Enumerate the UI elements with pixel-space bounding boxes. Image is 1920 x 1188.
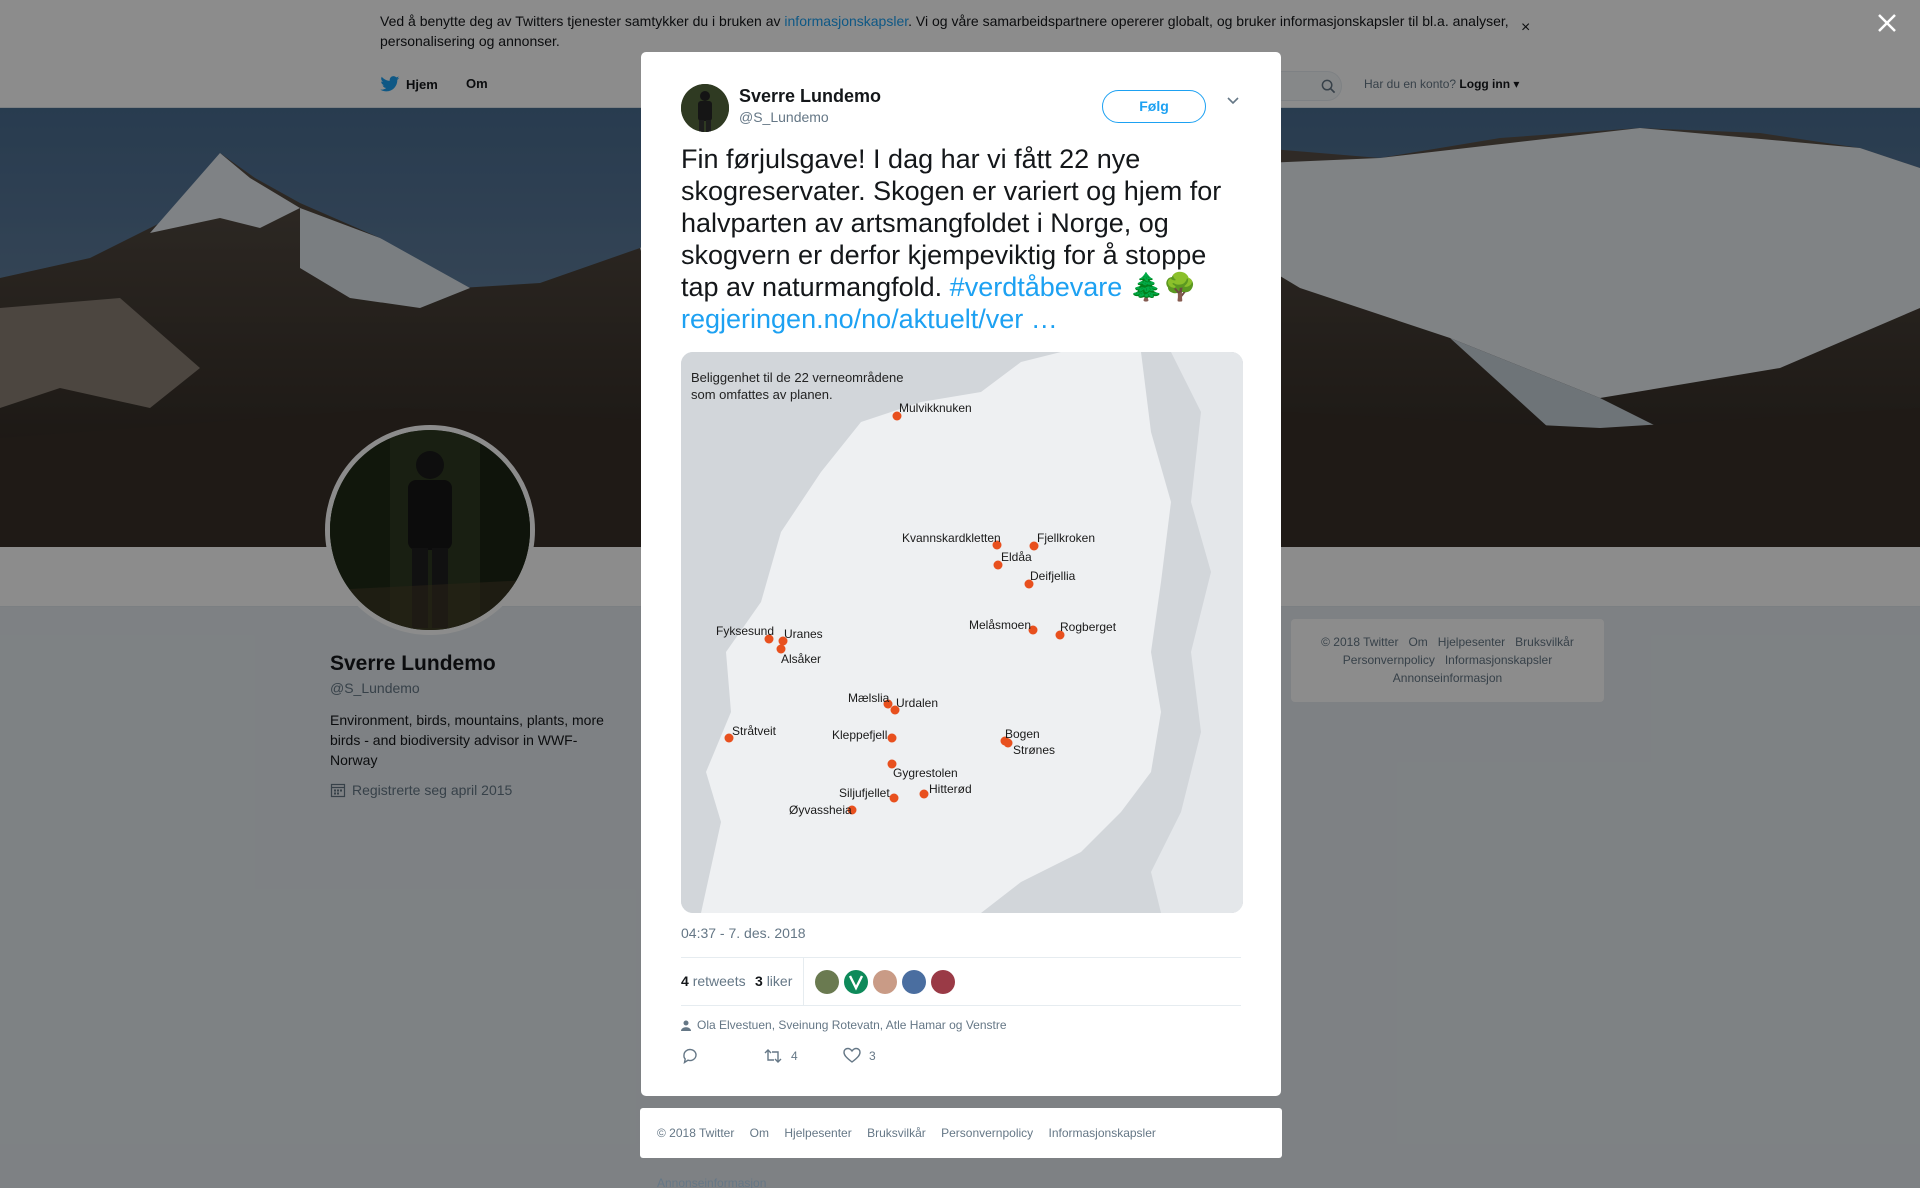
tweet-author-avatar[interactable] xyxy=(681,84,729,132)
likes-stat[interactable]: 3 liker xyxy=(755,973,792,989)
chevron-down-icon[interactable] xyxy=(1225,92,1241,108)
retweet-icon xyxy=(764,1049,782,1063)
tweet-actions: 4 3 xyxy=(681,1047,1081,1071)
map-place-label: Alsåker xyxy=(781,652,821,666)
map-place-label: Bogen xyxy=(1005,727,1040,741)
tweet-mentions: Ola Elvestuen, Sveinung Rotevatn, Atle H… xyxy=(681,1018,1007,1032)
tweet-hashtag[interactable]: #verdtåbevare xyxy=(950,272,1123,302)
stats-divider xyxy=(803,958,804,1005)
tweet-text: Fin førjulsgave! I dag har vi fått 22 ny… xyxy=(681,143,1241,335)
reply-icon xyxy=(683,1048,697,1065)
footer-copyright: © 2018 Twitter xyxy=(657,1126,735,1140)
map-place-label: Rogberget xyxy=(1060,620,1117,634)
tweet-map-image[interactable]: Beliggenhet til de 22 verneområdene som … xyxy=(681,352,1243,913)
map-caption-line-2: som omfattes av planen. xyxy=(691,387,833,402)
map-place-label: Kvannskardkletten xyxy=(902,531,1001,545)
venstre-logo-icon xyxy=(848,975,864,991)
map-place-label: Øyvassheia xyxy=(789,803,852,817)
tree-emoji: 🌲🌳 xyxy=(1129,272,1198,302)
tweet-author-name[interactable]: Sverre Lundemo xyxy=(739,86,881,107)
map-place-label: Strønes xyxy=(1013,743,1055,757)
map-graphic: Beliggenhet til de 22 verneområdene som … xyxy=(681,352,1243,913)
map-place-label: Urdalen xyxy=(896,696,938,710)
footer-link-privacy[interactable]: Personvernpolicy xyxy=(941,1126,1033,1140)
map-marker xyxy=(887,733,897,743)
map-place-label: Uranes xyxy=(784,627,823,641)
map-marker xyxy=(889,793,899,803)
liker-avatar[interactable] xyxy=(873,970,897,994)
follow-button[interactable]: Følg xyxy=(1102,90,1206,123)
like-button[interactable]: 3 xyxy=(843,1047,876,1064)
mentions-text[interactable]: Ola Elvestuen, Sveinung Rotevatn, Atle H… xyxy=(697,1018,1007,1032)
footer-link-ads[interactable]: Annonseinformasjon xyxy=(657,1176,766,1188)
map-place-label: Hitterød xyxy=(929,782,972,796)
liker-avatar[interactable] xyxy=(931,970,955,994)
tweet-link[interactable]: regjeringen.no/no/aktuelt/ver … xyxy=(681,304,1058,334)
tweet-modal: Sverre Lundemo @S_Lundemo Følg Fin førju… xyxy=(641,52,1281,1096)
tweet-stats: 4 retweets 3 liker xyxy=(681,957,1241,1006)
map-place-label: Deifjellia xyxy=(1030,569,1076,583)
footer-link-terms[interactable]: Bruksvilkår xyxy=(867,1126,926,1140)
tweet-author-handle[interactable]: @S_Lundemo xyxy=(739,109,829,125)
retweet-button[interactable]: 4 xyxy=(763,1047,798,1065)
map-place-label: Mulvikknuken xyxy=(899,401,972,415)
person-icon xyxy=(681,1020,691,1031)
map-place-label: Fyksesund xyxy=(716,624,774,638)
map-marker xyxy=(919,789,929,799)
close-icon[interactable] xyxy=(1876,12,1898,34)
map-place-label: Melåsmoen xyxy=(969,618,1031,632)
map-place-label: Siljufjellet xyxy=(839,786,890,800)
map-place-label: Eldåa xyxy=(1001,550,1032,564)
map-place-label: Gygrestolen xyxy=(893,766,958,780)
liker-avatar[interactable] xyxy=(815,970,839,994)
map-marker xyxy=(1003,738,1013,748)
map-place-label: Stråtveit xyxy=(732,724,777,738)
reply-button[interactable] xyxy=(681,1047,699,1065)
map-place-label: Kleppefjell xyxy=(832,728,887,742)
map-place-label: Fjellkroken xyxy=(1037,531,1095,545)
footer-link-about[interactable]: Om xyxy=(750,1126,769,1140)
map-caption-line-1: Beliggenhet til de 22 verneområdene xyxy=(691,370,903,385)
tweet-timestamp[interactable]: 04:37 - 7. des. 2018 xyxy=(681,925,806,941)
modal-footer: © 2018 Twitter Om Hjelpesenter Bruksvilk… xyxy=(640,1108,1282,1188)
heart-icon xyxy=(843,1047,861,1063)
map-place-label: Mælslia xyxy=(848,691,890,705)
like-count: 3 xyxy=(869,1048,876,1063)
liker-avatar[interactable] xyxy=(844,970,868,994)
retweet-count: 4 xyxy=(791,1049,798,1063)
footer-link-cookies[interactable]: Informasjonskapsler xyxy=(1049,1126,1156,1140)
liker-avatar[interactable] xyxy=(902,970,926,994)
footer-link-help[interactable]: Hjelpesenter xyxy=(784,1126,851,1140)
retweets-stat[interactable]: 4 retweets xyxy=(681,973,746,989)
